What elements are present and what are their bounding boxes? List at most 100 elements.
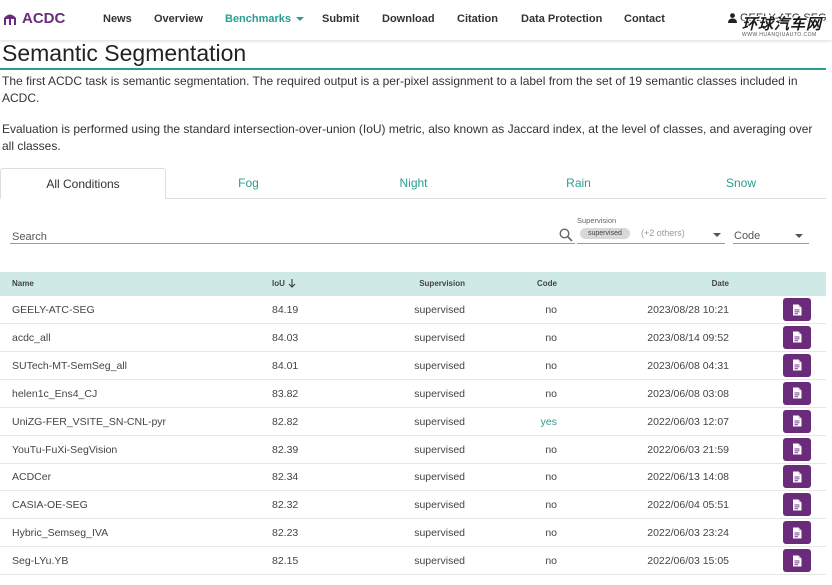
- document-button[interactable]: [783, 493, 811, 517]
- document-button[interactable]: [783, 465, 811, 489]
- document-button[interactable]: [783, 325, 811, 349]
- column-date[interactable]: Date: [690, 279, 729, 288]
- column-supervision[interactable]: Supervision: [405, 279, 465, 288]
- search-icon[interactable]: [559, 228, 573, 242]
- table-row[interactable]: GEELY-ATC-SEG 84.19 supervised no 2023/08/28…: [0, 296, 826, 324]
- table-row[interactable]: Hybric_Semseg_IVA 82.23 supervised no 2022/0…: [0, 519, 826, 548]
- cell-date: 2022/06/13 14:08: [647, 471, 729, 484]
- document-button[interactable]: [783, 437, 811, 461]
- cell-code: no: [545, 359, 557, 372]
- table-row[interactable]: ACDCer 82.34 supervised no 2022/06/13 14:08: [0, 463, 826, 492]
- table-row[interactable]: YouTu-FuXi-SegVision 82.39 supervised no 202…: [0, 436, 826, 464]
- evaluation-paragraph: Evaluation is performed using the standa…: [2, 122, 813, 153]
- table-header: Name IoU Supervision Code Date: [0, 272, 826, 296]
- nav-contact[interactable]: Contact: [624, 13, 665, 25]
- nav-citation[interactable]: Citation: [457, 13, 498, 25]
- cell-name[interactable]: GEELY-ATC-SEG: [12, 304, 95, 316]
- cell-iou: 82.34: [272, 471, 299, 484]
- nav-download[interactable]: Download: [382, 13, 435, 25]
- nav-benchmarks[interactable]: Benchmarks: [225, 13, 305, 25]
- user-icon: [728, 13, 737, 23]
- document-button[interactable]: [783, 549, 811, 573]
- cell-code: no: [545, 304, 557, 316]
- acdc-logo-icon: [4, 14, 16, 25]
- cell-name[interactable]: helen1c_Ens4_CJ: [12, 388, 97, 400]
- document-button[interactable]: [783, 409, 811, 433]
- brand-logo[interactable]: ACDC: [2, 10, 65, 27]
- cell-supervision: supervised: [414, 387, 465, 400]
- cell-supervision: supervised: [414, 359, 465, 372]
- arrow-down-icon: [288, 279, 296, 288]
- nav-news[interactable]: News: [103, 13, 132, 25]
- cell-iou: 84.19: [272, 304, 299, 316]
- chevron-down-icon[interactable]: [795, 234, 803, 238]
- document-button[interactable]: [783, 353, 811, 377]
- cell-name[interactable]: Seg-LYu.YB: [12, 555, 68, 567]
- cell-code: no: [545, 443, 557, 456]
- intro-paragraph: The first ACDC task is semantic segmenta…: [2, 74, 798, 105]
- cell-code[interactable]: yes: [527, 416, 557, 428]
- tab-night[interactable]: Night: [331, 168, 496, 199]
- cell-code: no: [545, 331, 557, 344]
- tab-all-conditions[interactable]: All Conditions: [0, 168, 166, 199]
- supervision-label: Supervision: [577, 216, 617, 225]
- nav-data-protection[interactable]: Data Protection: [521, 13, 602, 25]
- cell-name[interactable]: Hybric_Semseg_IVA: [12, 527, 108, 539]
- cell-iou: 84.03: [272, 331, 299, 344]
- table-row[interactable]: SUTech-MT-SemSeg_all 84.01 supervised no 202…: [0, 352, 826, 380]
- cell-date: 2023/08/14 09:52: [647, 331, 729, 344]
- column-iou[interactable]: IoU: [272, 279, 296, 288]
- cell-name[interactable]: YouTu-FuXi-SegVision: [12, 444, 117, 456]
- nav-submit[interactable]: Submit: [322, 13, 359, 25]
- tab-rain[interactable]: Rain: [496, 168, 661, 199]
- document-icon: [793, 555, 802, 567]
- cell-supervision: supervised: [414, 443, 465, 456]
- table-row[interactable]: CASIA-OE-SEG 82.32 supervised no 2022/06/04 …: [0, 491, 826, 520]
- cell-iou: 84.01: [272, 359, 299, 372]
- table-row[interactable]: Seg-LYu.YB 82.15 supervised no 2022/06/03 15…: [0, 547, 826, 576]
- cell-supervision: supervised: [414, 499, 465, 512]
- supervision-others: (+2 others): [641, 228, 685, 238]
- document-icon: [793, 471, 802, 483]
- watermark-title: 环球汽车网: [742, 16, 823, 33]
- cell-code: no: [545, 527, 557, 540]
- nav-overview[interactable]: Overview: [154, 13, 203, 25]
- tab-snow[interactable]: Snow: [661, 168, 821, 199]
- cell-date: 2023/06/08 03:08: [647, 387, 729, 400]
- cell-iou: 82.39: [272, 443, 299, 456]
- column-iou-label: IoU: [272, 279, 285, 288]
- document-button[interactable]: [783, 298, 811, 321]
- table-row[interactable]: helen1c_Ens4_CJ 83.82 supervised no 2023/06/…: [0, 380, 826, 408]
- table-row[interactable]: acdc_all 84.03 supervised no 2023/08/14 09:5…: [0, 324, 826, 352]
- code-select[interactable]: Code: [733, 222, 809, 244]
- cell-name[interactable]: CASIA-OE-SEG: [12, 499, 88, 511]
- cell-supervision: supervised: [414, 555, 465, 568]
- cell-iou: 82.32: [272, 499, 299, 512]
- cell-date: 2022/06/04 05:51: [647, 499, 729, 512]
- column-code[interactable]: Code: [530, 279, 557, 288]
- document-icon: [793, 359, 802, 371]
- chevron-down-icon[interactable]: [713, 233, 721, 237]
- document-button[interactable]: [783, 521, 811, 545]
- document-icon: [793, 527, 802, 539]
- cell-name[interactable]: ACDCer: [12, 471, 51, 483]
- cell-supervision: supervised: [414, 331, 465, 344]
- condition-tabs: All Conditions Fog Night Rain Snow: [0, 168, 826, 199]
- document-icon: [793, 387, 802, 399]
- search-label: Search: [12, 231, 47, 243]
- cell-code: no: [545, 499, 557, 512]
- cell-supervision: supervised: [414, 415, 465, 428]
- table-row[interactable]: UniZG-FER_VSITE_SN-CNL-pyr 82.82 supervise…: [0, 408, 826, 436]
- cell-name[interactable]: SUTech-MT-SemSeg_all: [12, 360, 127, 372]
- cell-name[interactable]: UniZG-FER_VSITE_SN-CNL-pyr: [12, 416, 166, 428]
- column-name[interactable]: Name: [12, 279, 34, 288]
- tab-fog[interactable]: Fog: [166, 168, 331, 199]
- page-title: Semantic Segmentation: [2, 40, 247, 66]
- supervision-select[interactable]: Supervision supervised (+2 others): [577, 214, 725, 244]
- cell-supervision: supervised: [414, 304, 465, 316]
- document-button[interactable]: [783, 381, 811, 405]
- cell-code: no: [545, 471, 557, 484]
- search-input[interactable]: Search: [10, 222, 575, 244]
- cell-name[interactable]: acdc_all: [12, 332, 51, 344]
- supervision-chip[interactable]: supervised: [580, 228, 630, 239]
